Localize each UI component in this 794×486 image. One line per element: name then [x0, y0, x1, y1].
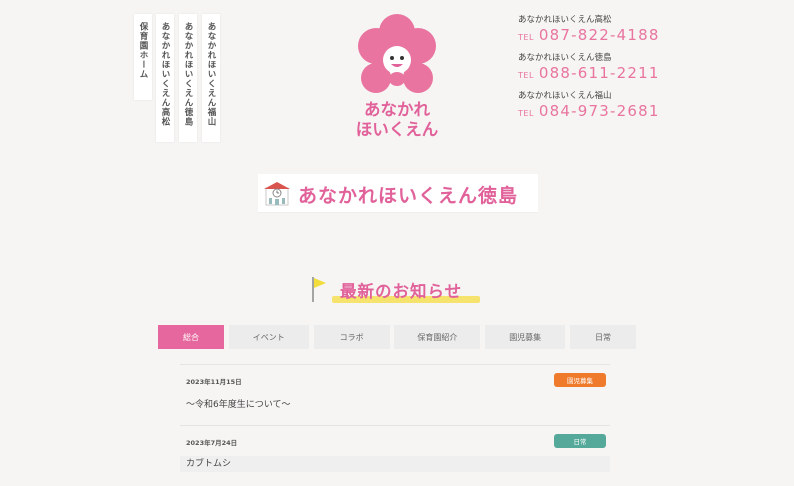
tel-label: TEL	[518, 109, 534, 118]
nav-takamatsu[interactable]: あなかれほいくえん高松	[156, 14, 174, 142]
nav-home-label: 保育園ホーム	[138, 22, 148, 79]
news-item[interactable]: 2023年7月24日 日常 カブトムシ	[180, 425, 610, 486]
nav-tokushima-label: あなかれほいくえん徳島	[183, 22, 193, 127]
tab-introduction[interactable]: 保育園紹介	[394, 325, 481, 349]
branch-fukuyama: あなかれほいくえん福山 TEL 084-973-2681	[518, 90, 678, 128]
tel-label: TEL	[518, 71, 534, 80]
branch-name: あなかれほいくえん徳島	[518, 53, 612, 63]
branch-name: あなかれほいくえん福山	[518, 91, 612, 101]
site-logo[interactable]: あなかれ ほいくえん	[352, 12, 442, 147]
school-building-icon	[264, 182, 290, 206]
category-badge[interactable]: 園児募集	[554, 373, 606, 387]
nav-fukuyama[interactable]: あなかれほいくえん福山	[202, 14, 220, 142]
branch-name: あなかれほいくえん高松	[518, 15, 612, 25]
tab-event[interactable]: イベント	[228, 325, 309, 349]
branch-tokushima: あなかれほいくえん徳島 TEL 088-611-2211	[518, 52, 678, 90]
flag-icon	[312, 277, 326, 302]
nav-takamatsu-label: あなかれほいくえん高松	[160, 22, 170, 127]
branch-takamatsu: あなかれほいくえん高松 TEL 087-822-4188	[518, 14, 678, 52]
tel-number[interactable]: 087-822-4188	[539, 26, 660, 44]
tab-recruitment[interactable]: 園児募集	[485, 325, 566, 349]
news-title: 最新のお知らせ	[340, 282, 463, 301]
news-list: 2023年11月15日 園児募集 〜令和6年度生について〜 2023年7月24日…	[180, 364, 610, 486]
branch-contacts: あなかれほいくえん高松 TEL 087-822-4188 あなかれほいくえん徳島 …	[518, 14, 678, 128]
news-item[interactable]: 2023年11月15日 園児募集 〜令和6年度生について〜	[180, 364, 610, 425]
school-banner: あなかれほいくえん徳島	[258, 174, 538, 213]
news-category-tabs: 総合 イベント コラボ 保育園紹介 園児募集 日常	[158, 325, 636, 349]
logo-text: あなかれ ほいくえん	[352, 100, 442, 140]
logo-line2: ほいくえん	[355, 120, 439, 139]
nav-home[interactable]: 保育園ホーム	[134, 14, 152, 100]
tel-number[interactable]: 088-611-2211	[539, 64, 660, 82]
news-date: 2023年7月24日	[186, 439, 238, 447]
news-date: 2023年11月15日	[186, 378, 242, 386]
tel-number[interactable]: 084-973-2681	[539, 102, 660, 120]
flower-mascot-icon	[358, 14, 436, 93]
category-badge[interactable]: 日常	[554, 434, 606, 448]
tab-all[interactable]: 総合	[158, 325, 224, 349]
nav-fukuyama-label: あなかれほいくえん福山	[206, 22, 216, 127]
news-heading: 最新のお知らせ	[310, 274, 490, 308]
tab-daily[interactable]: 日常	[569, 325, 636, 349]
logo-line1: あなかれ	[364, 100, 430, 119]
tel-label: TEL	[518, 33, 534, 42]
news-title-link[interactable]: 〜令和6年度生について〜	[186, 397, 290, 410]
nav-tokushima[interactable]: あなかれほいくえん徳島	[179, 14, 197, 142]
tab-collab[interactable]: コラボ	[313, 325, 390, 349]
school-title: あなかれほいくえん徳島	[298, 185, 519, 207]
